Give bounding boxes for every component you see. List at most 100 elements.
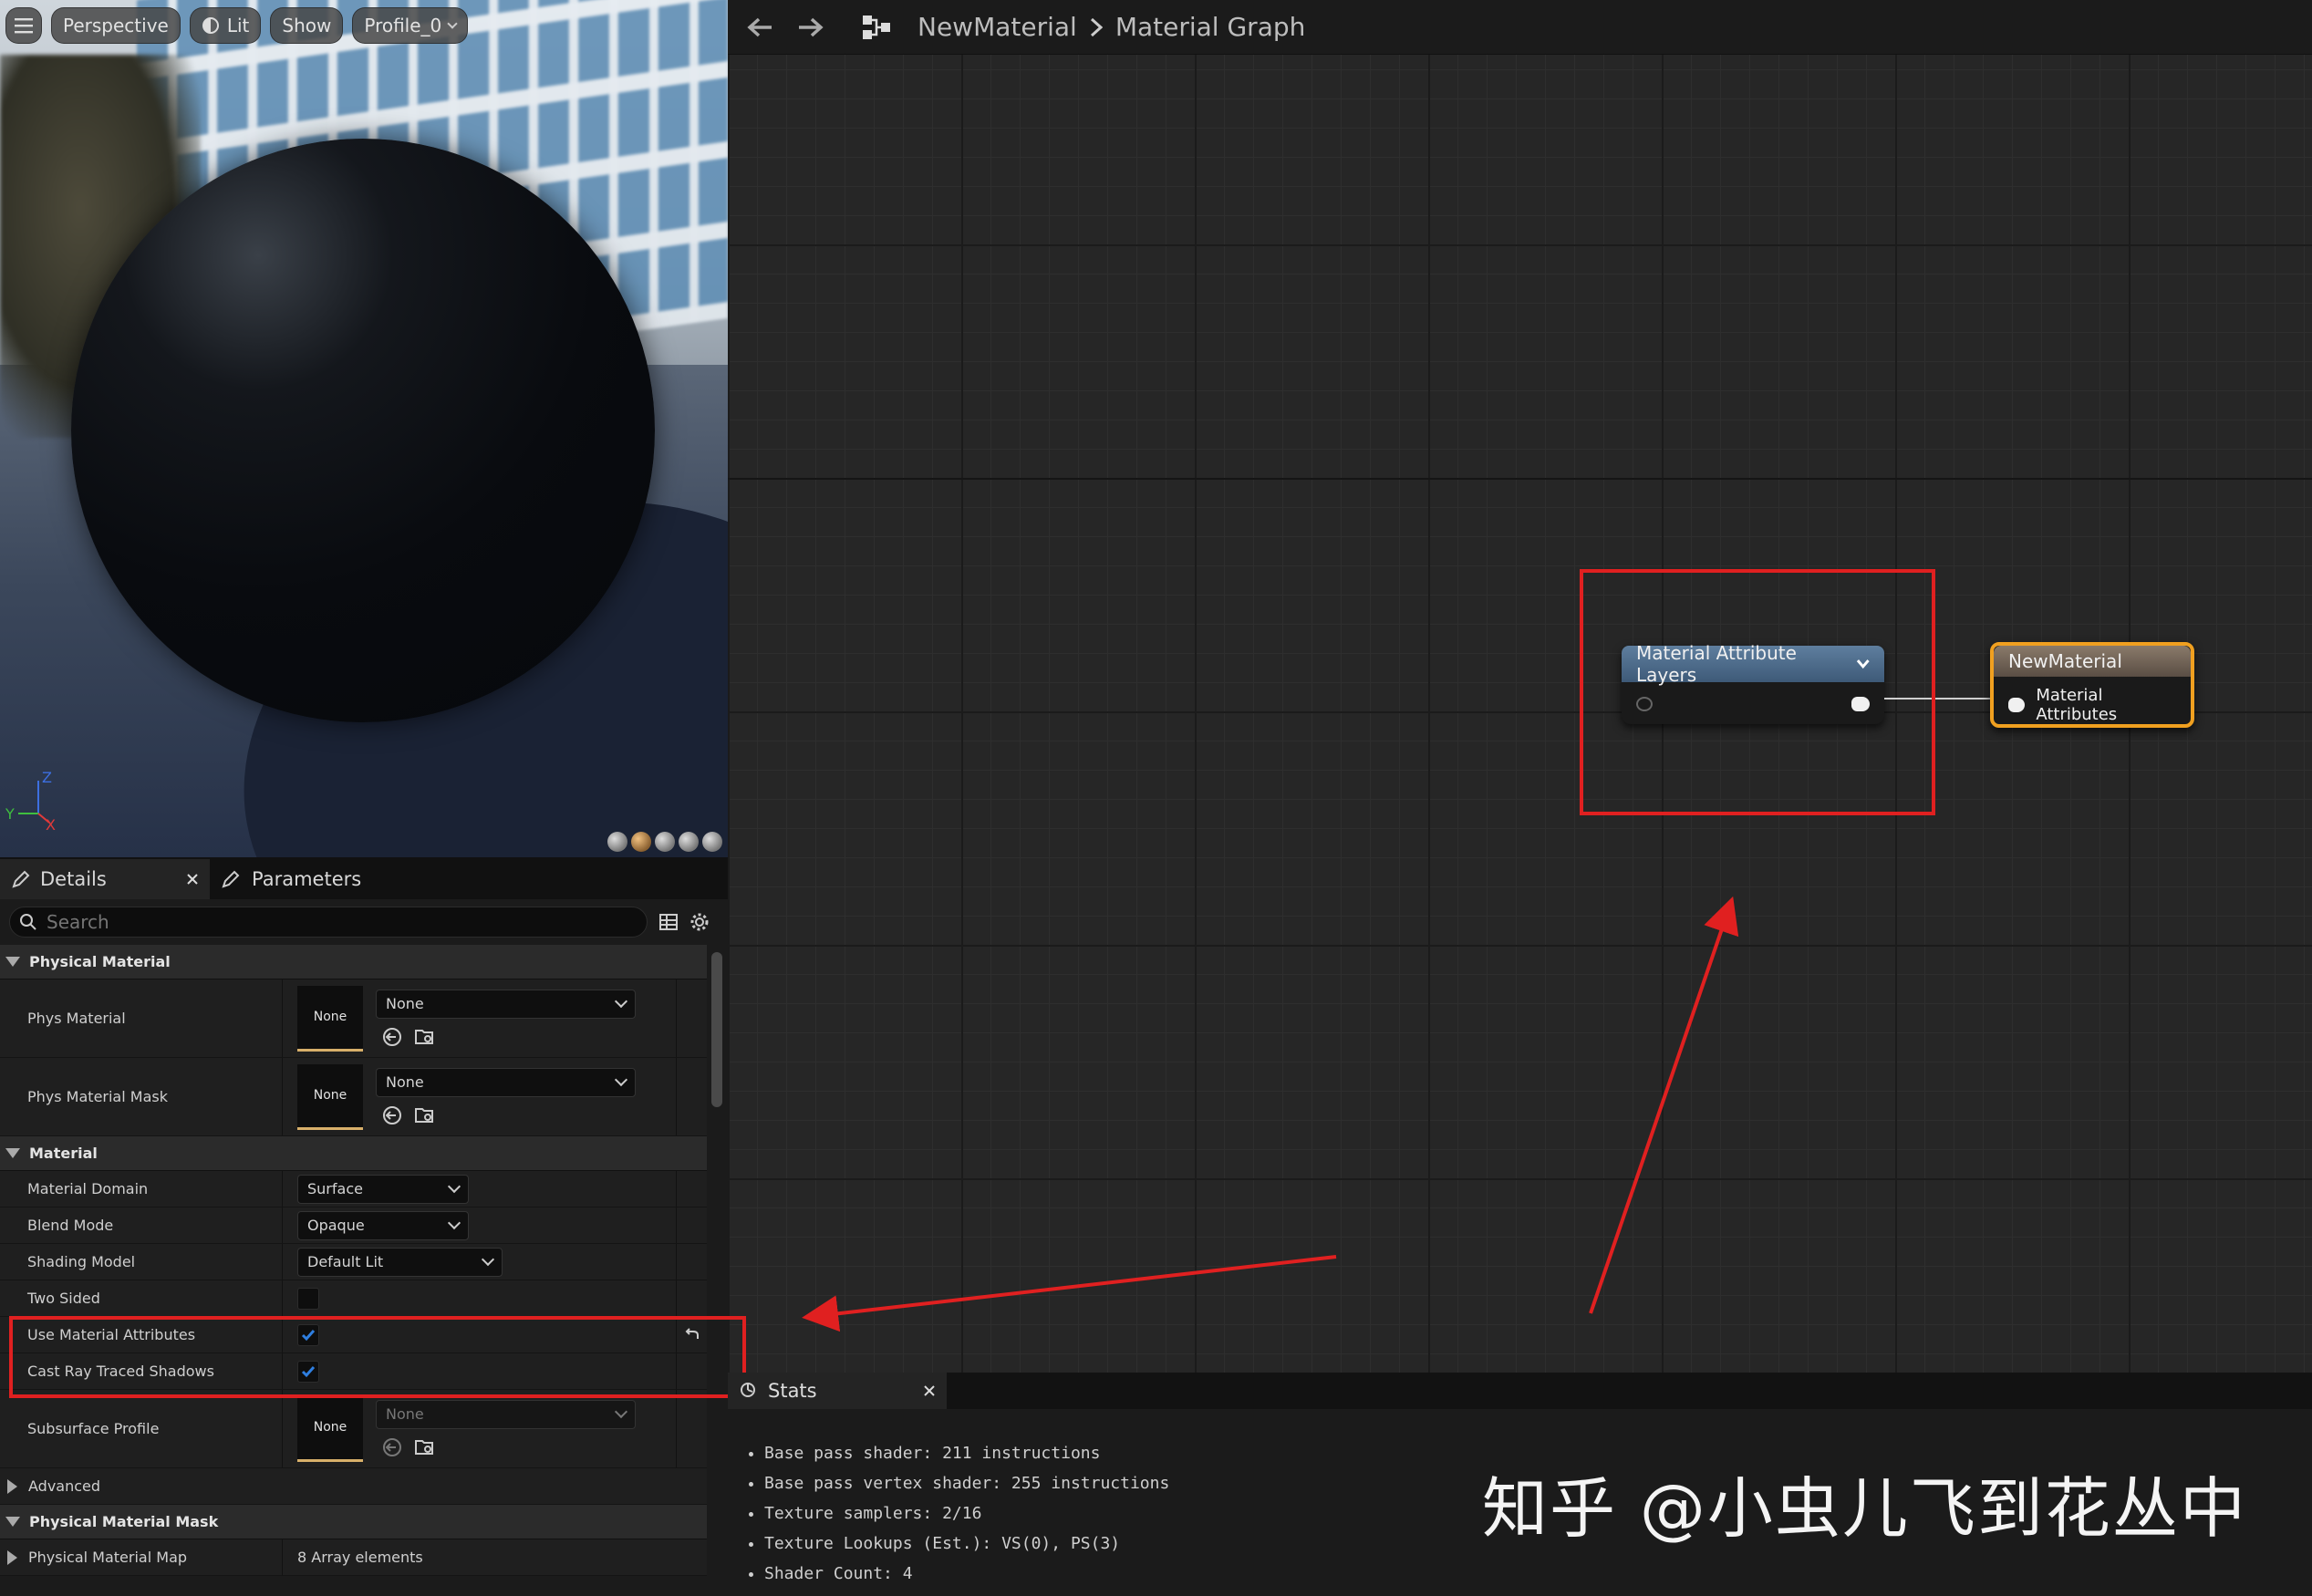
- expand-arrow-icon: [5, 957, 20, 967]
- collapse-arrow-icon: [7, 1549, 17, 1565]
- search-icon: [20, 914, 36, 930]
- axis-y-label: Y: [5, 805, 15, 823]
- breadcrumb-graph[interactable]: Material Graph: [1115, 12, 1306, 42]
- table-view-icon[interactable]: [658, 912, 679, 932]
- annotation-highlight-node: [1580, 569, 1935, 815]
- expand-arrow-icon: [5, 1148, 20, 1158]
- browse-asset-icon[interactable]: [414, 1436, 436, 1458]
- lit-button[interactable]: Lit: [189, 7, 262, 44]
- details-panel: Details Parameters Physical Material Phy…: [0, 857, 728, 1596]
- property-value: Opaque: [283, 1207, 676, 1243]
- asset-picker-combo[interactable]: None: [376, 1067, 636, 1097]
- forward-arrow-icon[interactable]: [797, 16, 824, 38]
- close-icon[interactable]: [186, 873, 199, 886]
- category-title: Physical Material Mask: [29, 1513, 219, 1530]
- category-material[interactable]: Material: [0, 1136, 707, 1171]
- property-reset-slot: [676, 979, 707, 1057]
- profile-label: Profile_0: [364, 15, 442, 36]
- two-sided-checkbox[interactable]: [297, 1287, 319, 1310]
- viewport-menu-button[interactable]: [5, 7, 42, 44]
- graph-toolbar: NewMaterial Material Graph: [728, 0, 2312, 55]
- pencil-icon: [222, 870, 240, 888]
- chevron-down-icon: [614, 1073, 628, 1087]
- category-title: Material: [29, 1145, 98, 1162]
- blend-mode-dropdown[interactable]: Opaque: [297, 1210, 469, 1240]
- chevron-right-icon: [1090, 17, 1103, 36]
- chevron-down-icon: [447, 1216, 461, 1230]
- gear-icon[interactable]: [689, 912, 710, 932]
- preview-plane-icon[interactable]: [655, 832, 675, 852]
- property-blend-mode: Blend Mode Opaque: [0, 1207, 707, 1244]
- tab-stats[interactable]: Stats: [728, 1373, 947, 1409]
- combo-value: Opaque: [307, 1217, 365, 1234]
- asset-picker-combo[interactable]: None: [376, 1399, 636, 1429]
- property-label-container[interactable]: Physical Material Map: [0, 1539, 283, 1575]
- pencil-icon: [12, 870, 30, 888]
- use-selected-asset-icon[interactable]: [381, 1104, 403, 1126]
- property-value: None None: [283, 979, 676, 1057]
- property-reset-slot: [676, 1244, 707, 1280]
- browse-asset-icon[interactable]: [414, 1104, 436, 1126]
- property-advanced[interactable]: Advanced: [0, 1468, 707, 1505]
- combo-value: None: [386, 1405, 424, 1423]
- preview-sphere-icon[interactable]: [631, 832, 651, 852]
- property-material-domain: Material Domain Surface: [0, 1171, 707, 1207]
- property-subsurface-profile: Subsurface Profile None None: [0, 1390, 707, 1468]
- property-reset-slot: [676, 1390, 707, 1467]
- property-physical-material-map: Physical Material Map 8 Array elements: [0, 1539, 707, 1576]
- preview-teapot-icon[interactable]: [702, 832, 722, 852]
- preview-cube-icon[interactable]: [679, 832, 699, 852]
- profile-dropdown[interactable]: Profile_0: [352, 7, 469, 44]
- property-label: Material Domain: [0, 1171, 283, 1207]
- material-graph-canvas[interactable]: NewMaterial Material Graph Material Attr…: [728, 0, 2312, 1596]
- property-reset-slot: [676, 1280, 707, 1316]
- show-button[interactable]: Show: [270, 7, 344, 44]
- material-domain-dropdown[interactable]: Surface: [297, 1174, 469, 1204]
- breadcrumb-asset[interactable]: NewMaterial: [918, 12, 1077, 42]
- category-physical-material[interactable]: Physical Material: [0, 945, 707, 979]
- graph-major-gridline: [728, 478, 2312, 480]
- node-new-material[interactable]: NewMaterial Material Attributes: [1990, 642, 2194, 728]
- category-physical-material-mask[interactable]: Physical Material Mask: [0, 1505, 707, 1539]
- chevron-down-icon: [481, 1252, 495, 1267]
- property-value: None None: [283, 1390, 676, 1467]
- property-label: Blend Mode: [0, 1207, 283, 1243]
- node-input-label: Material Attributes: [2036, 686, 2118, 724]
- details-search-input[interactable]: [47, 911, 594, 933]
- tab-details-label: Details: [40, 868, 107, 890]
- preview-sphere: [71, 139, 655, 722]
- asset-picker-combo[interactable]: None: [376, 989, 636, 1019]
- collapse-arrow-icon: [7, 1478, 17, 1494]
- tab-parameters[interactable]: Parameters: [210, 859, 372, 899]
- use-selected-asset-icon[interactable]: [381, 1026, 403, 1048]
- close-icon[interactable]: [923, 1384, 936, 1397]
- graph-hierarchy-icon: [863, 15, 890, 39]
- node-input-pin[interactable]: [2008, 698, 2026, 712]
- combo-value: Default Lit: [307, 1253, 384, 1270]
- preview-cylinder-icon[interactable]: [607, 832, 627, 852]
- show-label: Show: [282, 15, 332, 36]
- tab-parameters-label: Parameters: [252, 868, 362, 890]
- back-arrow-icon[interactable]: [746, 16, 773, 38]
- details-search-box[interactable]: [9, 907, 648, 938]
- details-tabbar: Details Parameters: [0, 857, 728, 899]
- perspective-button[interactable]: Perspective: [51, 7, 181, 44]
- browse-asset-icon[interactable]: [414, 1026, 436, 1048]
- tab-details[interactable]: Details: [0, 859, 210, 899]
- watermark-text: 知乎 @小虫儿飞到花丛中: [1482, 1470, 2247, 1547]
- property-reset-slot: [676, 1171, 707, 1207]
- shading-model-dropdown[interactable]: Default Lit: [297, 1247, 503, 1277]
- use-selected-asset-icon[interactable]: [381, 1436, 403, 1458]
- stats-tabbar: Stats: [728, 1373, 2312, 1409]
- preview-shape-selector: [607, 832, 722, 852]
- property-label: Subsurface Profile: [0, 1390, 283, 1467]
- details-scrollbar[interactable]: [711, 952, 722, 1107]
- advanced-label: Advanced: [28, 1477, 101, 1495]
- annotation-highlight-checkboxes: [9, 1316, 746, 1398]
- material-preview-viewport[interactable]: Perspective Lit Show Profile_0 Z Y X: [0, 0, 728, 857]
- asset-thumbnail[interactable]: None: [297, 1063, 363, 1130]
- property-value: [283, 1280, 676, 1316]
- combo-value: None: [386, 995, 424, 1012]
- asset-thumbnail[interactable]: None: [297, 1395, 363, 1462]
- asset-thumbnail[interactable]: None: [297, 985, 363, 1052]
